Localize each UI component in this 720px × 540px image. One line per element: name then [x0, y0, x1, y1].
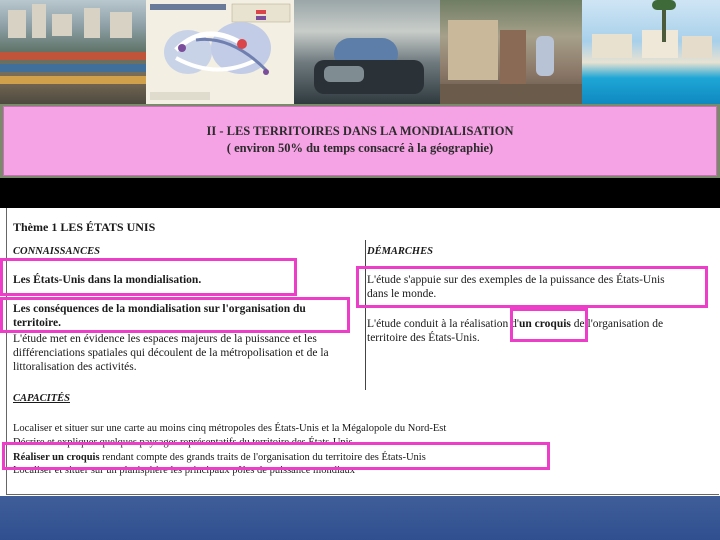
highlight-consequences — [0, 297, 350, 333]
connaissance-text-3: littoralisation des activités. — [13, 361, 137, 373]
highlight-croquis — [510, 308, 588, 342]
connaissance-text-1: L'étude met en évidence les espaces maje… — [13, 333, 317, 345]
footer-bar — [0, 496, 720, 540]
connaissances-heading: CONNAISSANCES — [13, 246, 100, 257]
demarche-text-4: territoire des États-Unis. — [367, 332, 480, 344]
title-frame: II - LES TERRITOIRES DANS LA MONDIALISAT… — [0, 104, 720, 178]
theme-title: Thème 1 LES ÉTATS UNIS — [13, 220, 156, 234]
column-divider — [365, 240, 366, 390]
car-wrapped-photo — [294, 0, 440, 104]
capacite-1: Localiser et situer sur une carte au moi… — [13, 423, 447, 434]
demarches-heading: DÉMARCHES — [367, 246, 433, 257]
port-container-photo — [0, 0, 146, 104]
capacites-heading: CAPACITÉS — [13, 393, 70, 404]
highlight-realiser-croquis — [2, 442, 550, 470]
world-map-photo — [146, 0, 294, 104]
highlight-mondialisation — [0, 258, 297, 296]
program-document: Thème 1 LES ÉTATS UNIS CONNAISSANCES DÉM… — [0, 208, 720, 496]
black-separator — [0, 178, 720, 208]
resort-pool-photo — [582, 0, 720, 104]
section-subtitle: ( environ 50% du temps consacré à la géo… — [226, 141, 494, 155]
highlight-puissance — [356, 266, 708, 308]
demarche-text-3a: L'étude conduit à la réalisation d' — [367, 318, 519, 330]
section-title: II - LES TERRITOIRES DANS LA MONDIALISAT… — [206, 124, 514, 138]
shantytown-photo — [440, 0, 582, 104]
title-banner: II - LES TERRITOIRES DANS LA MONDIALISAT… — [3, 106, 717, 176]
photo-banner — [0, 0, 720, 104]
connaissance-text-2: différenciations spatiales qui découlent… — [13, 347, 329, 359]
